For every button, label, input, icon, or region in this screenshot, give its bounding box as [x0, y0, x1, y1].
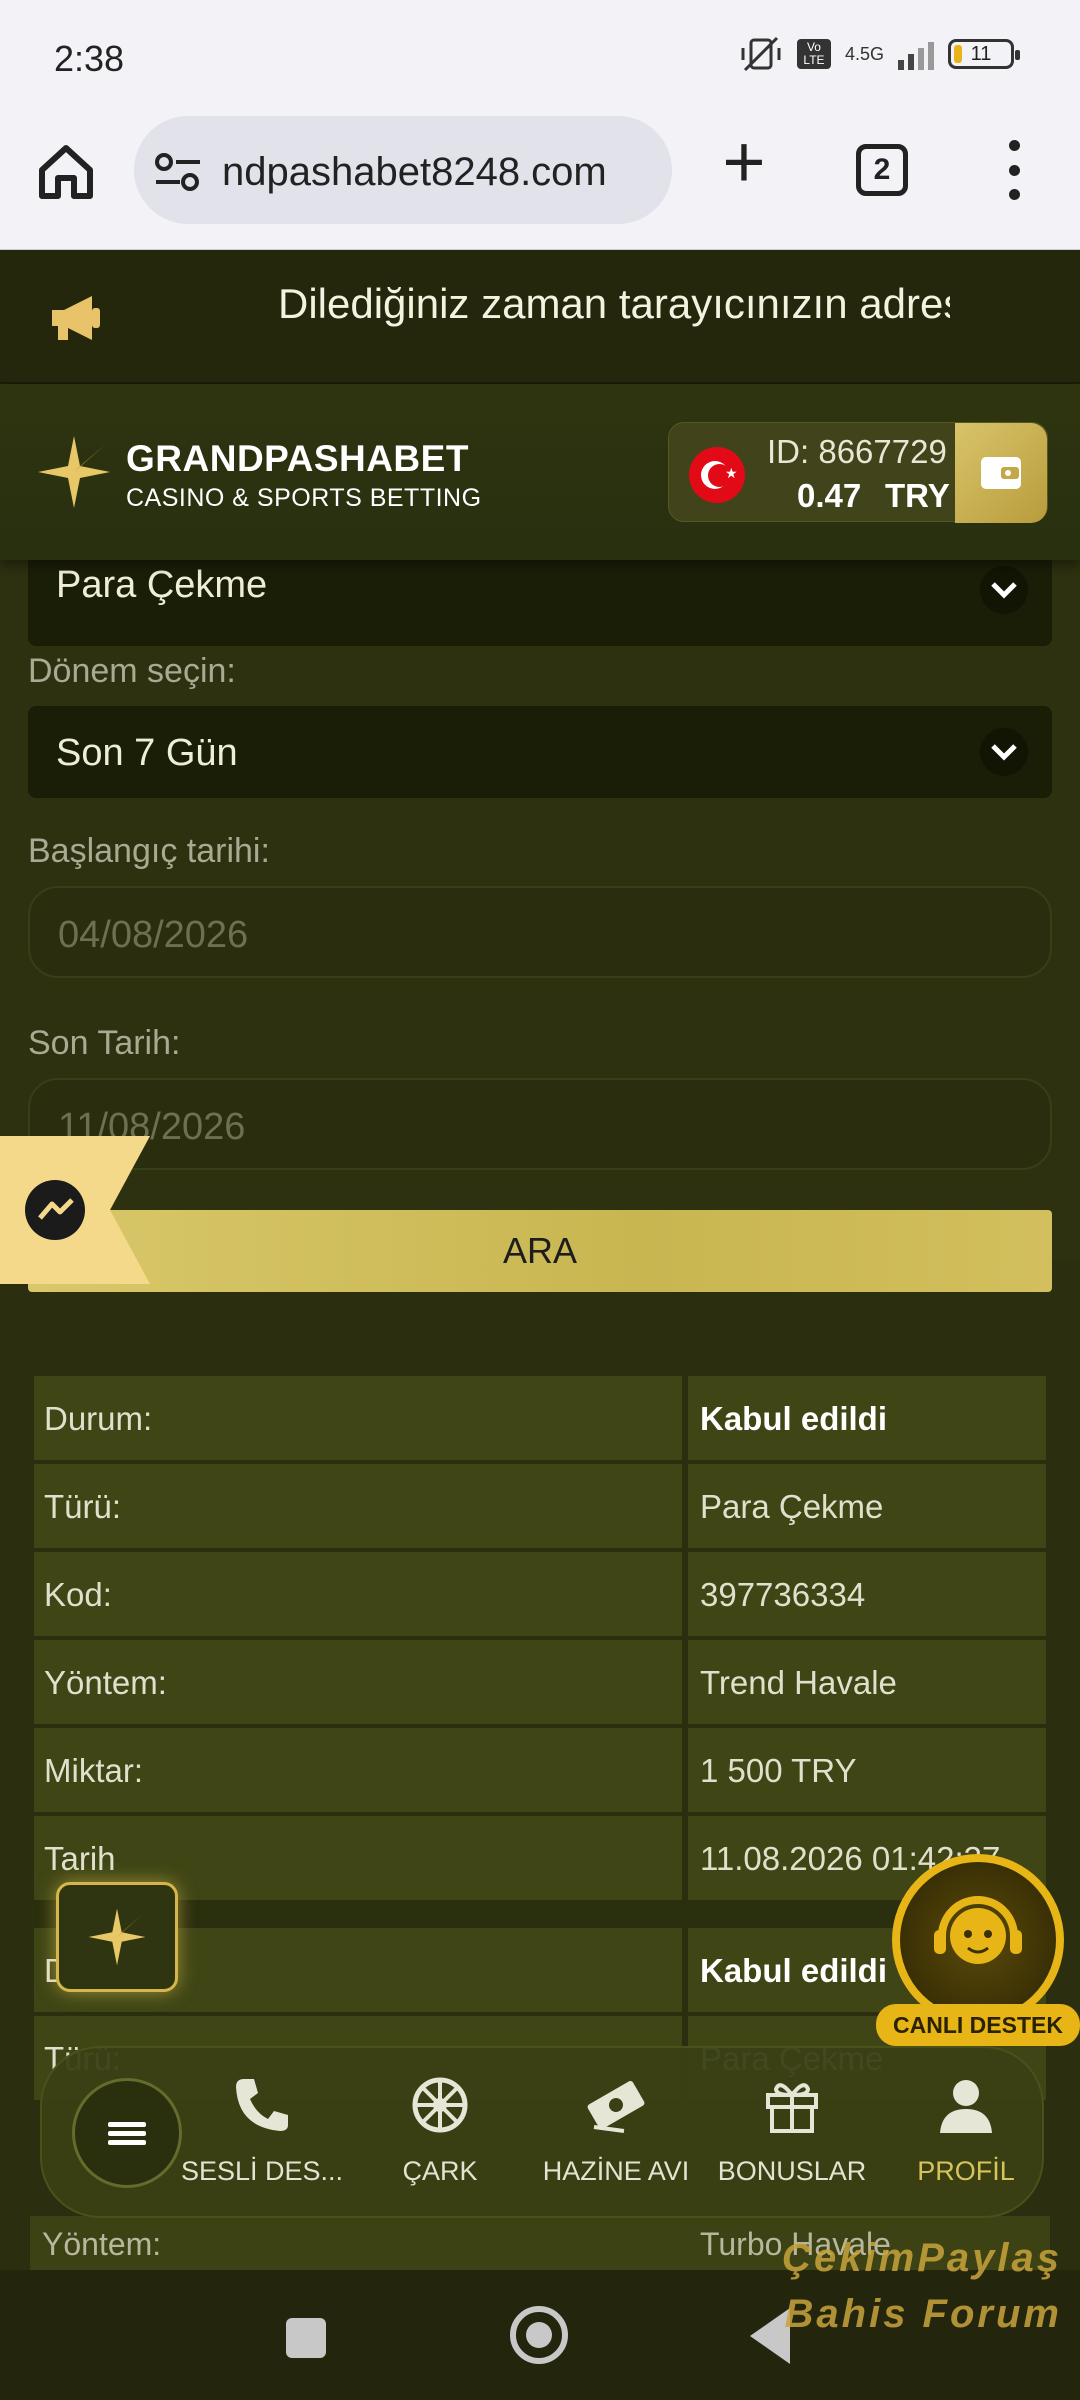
- table-row: Türü: Para Çekme: [30, 1464, 1050, 1548]
- brand-name[interactable]: GRANDPASHABET: [126, 438, 469, 480]
- signal-icon: [898, 38, 934, 70]
- nav-item-voice-support[interactable]: SESLİ DES...: [172, 2068, 352, 2208]
- table-row: Miktar: 1 500 TRY: [30, 1728, 1050, 1812]
- table-row: Yöntem: Trend Havale: [30, 1640, 1050, 1724]
- end-date-input[interactable]: 11/08/2026: [28, 1078, 1052, 1170]
- browser-menu-button[interactable]: [1000, 140, 1028, 200]
- nav-item-profile[interactable]: PROFİL: [876, 2068, 1056, 2208]
- row-key: Yöntem:: [42, 2226, 162, 2262]
- new-tab-button[interactable]: +: [712, 125, 776, 199]
- live-support-label: CANLI DESTEK: [876, 2004, 1080, 2046]
- end-date-label: Son Tarih:: [28, 1024, 181, 1062]
- start-date-label: Başlangıç tarihi:: [28, 832, 270, 870]
- megaphone-icon: [52, 296, 100, 340]
- url-text: ndpashabet8248.com: [222, 150, 607, 194]
- money-icon: [587, 2080, 645, 2133]
- nav-item-bonuses[interactable]: BONUSLAR: [702, 2068, 882, 2208]
- home-button[interactable]: [510, 2306, 568, 2364]
- browser-toolbar: ndpashabet8248.com + 2: [0, 110, 1080, 250]
- row-value: Para Çekme: [688, 1464, 1046, 1548]
- row-key: Yöntem:: [34, 1640, 682, 1724]
- battery-level: 11: [970, 42, 992, 65]
- address-bar[interactable]: ndpashabet8248.com: [134, 116, 672, 224]
- support-agent-icon: [892, 1854, 1064, 2026]
- start-date-input[interactable]: 04/08/2026: [28, 886, 1052, 978]
- nav-label: BONUSLAR: [717, 2156, 867, 2186]
- nav-item-wheel[interactable]: ÇARK: [350, 2068, 530, 2208]
- live-support-button[interactable]: CANLI DESTEK: [876, 1850, 1080, 2046]
- row-key: Durum:: [34, 1376, 682, 1460]
- hamburger-menu-button[interactable]: [72, 2078, 182, 2188]
- period-value: Son 7 Gün: [56, 732, 238, 774]
- watermark-line2: Bahis Forum: [784, 2292, 1062, 2336]
- account-panel[interactable]: ★ ID: 8667729 0.47 TRY: [668, 422, 1048, 523]
- chevron-down-icon: [980, 728, 1028, 776]
- chevron-down-icon: [980, 566, 1028, 614]
- user-icon: [940, 2080, 992, 2133]
- row-value: Trend Havale: [688, 1640, 1046, 1724]
- recents-button[interactable]: [286, 2318, 326, 2358]
- announcement-bar: Dilediğiniz zaman tarayıcınızın adresine: [0, 250, 1080, 384]
- turkey-flag-icon: ★: [689, 447, 745, 503]
- logo-star-icon: [88, 1908, 146, 1966]
- row-key: Miktar:: [34, 1728, 682, 1812]
- transaction-type-select[interactable]: Para Çekme: [28, 554, 1052, 646]
- hamburger-icon: [108, 2118, 146, 2149]
- brand-tagline: CASINO & SPORTS BETTING: [126, 484, 482, 512]
- site-settings-icon[interactable]: [154, 152, 202, 192]
- nav-label: PROFİL: [917, 2156, 1015, 2186]
- watermark-line1: ÇekimPaylaş: [782, 2236, 1062, 2280]
- search-button[interactable]: ARA: [28, 1210, 1052, 1292]
- wallet-button[interactable]: [955, 423, 1047, 523]
- announcement-text: Dilediğiniz zaman tarayıcınızın adresine: [278, 280, 950, 327]
- vibrate-off-icon: [741, 36, 781, 72]
- gift-icon: [766, 2083, 818, 2133]
- start-date-value: 04/08/2026: [58, 914, 249, 956]
- row-key: Türü:: [34, 1464, 682, 1548]
- logo-star-icon[interactable]: [36, 434, 112, 510]
- home-icon[interactable]: [34, 140, 98, 204]
- period-label: Dönem seçin:: [28, 652, 236, 690]
- nav-label: ÇARK: [402, 2156, 478, 2186]
- nav-label: SESLİ DES...: [180, 2156, 344, 2186]
- nav-label: HAZİNE AVI: [542, 2156, 690, 2186]
- filter-form: Para Çekme Dönem seçin: Son 7 Gün Başlan…: [0, 554, 1080, 1260]
- table-row: Durum: Kabul edildi: [30, 1376, 1050, 1460]
- wallet-icon: [981, 457, 1021, 489]
- bottom-navigation: SESLİ DES... ÇARK HAZİNE AVI BONUSLAR PR…: [40, 2046, 1044, 2218]
- row-key: Kod:: [34, 1552, 682, 1636]
- watermark: ÇekimPaylaş Bahis Forum: [782, 2230, 1062, 2342]
- tab-switcher-button[interactable]: 2: [856, 144, 908, 196]
- wheel-icon: [412, 2077, 468, 2133]
- account-id: ID: 8667729: [767, 433, 947, 470]
- site-header: GRANDPASHABET CASINO & SPORTS BETTING ★ …: [0, 384, 1080, 560]
- volte-icon: Vo LTE: [796, 39, 831, 69]
- account-balance: 0.47: [797, 477, 862, 514]
- star-fab-button[interactable]: [56, 1882, 178, 1992]
- period-select[interactable]: Son 7 Gün: [28, 706, 1052, 798]
- status-icons: Vo LTE 4.5G 11: [739, 34, 1020, 74]
- battery-icon: 11: [948, 39, 1020, 69]
- row-value: 1 500 TRY: [688, 1728, 1046, 1812]
- phone-icon: [236, 2079, 288, 2131]
- transaction-type-value: Para Çekme: [56, 564, 268, 606]
- messenger-button[interactable]: [0, 1136, 150, 1284]
- nav-item-treasure-hunt[interactable]: HAZİNE AVI: [526, 2068, 706, 2208]
- row-value: Kabul edildi: [688, 1376, 1046, 1460]
- account-currency: TRY: [885, 477, 950, 514]
- table-row: Kod: 397736334: [30, 1552, 1050, 1636]
- status-time: 2:38: [54, 38, 125, 79]
- status-bar: 2:38 Vo LTE 4.5G 11: [0, 0, 1080, 110]
- network-type: 4.5G: [844, 44, 884, 64]
- row-value: 397736334: [688, 1552, 1046, 1636]
